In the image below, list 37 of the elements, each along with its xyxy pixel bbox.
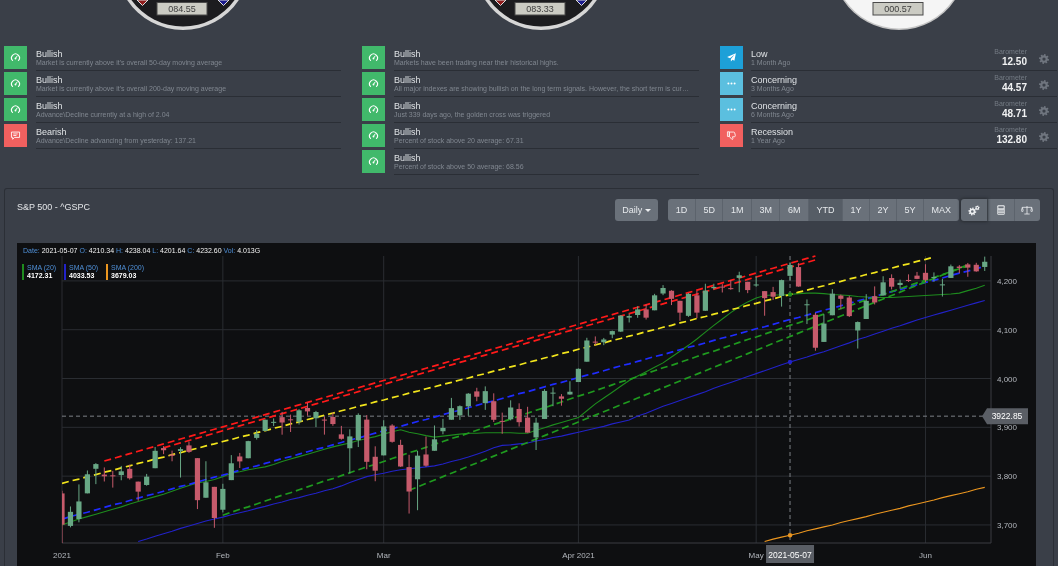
risk-title: Concerning [751,101,799,111]
signal-title: Bullish [36,75,64,85]
axis-tick-label: 4,200 [997,276,1018,286]
barometer-value: 132.80 [996,134,1027,146]
signal-title: Bullish [36,101,64,111]
axis-tick-label: 2021 [53,551,71,560]
gauge-reading: 000.57 [872,2,924,16]
axis-tick-label: 3,800 [997,472,1018,482]
axis-tick-label: May [748,551,764,560]
barometer-value: 44.57 [1001,82,1027,94]
axis-tick-label: Apr 2021 [562,551,595,560]
axis-tick-label: Feb [215,551,230,560]
barometer-value: 48.71 [1001,108,1027,120]
gauge-reading: 084.55 [156,2,208,16]
gauge-reading: 083.33 [514,2,566,16]
axis-tick-label: 4,000 [997,374,1018,384]
chart-title: S&P 500 - ^GSPC [17,201,91,213]
barometer-value: 12.50 [1001,56,1027,68]
crosshair-price-label: 3922.85 [982,408,1028,425]
crosshair-date-label: 2021-05-07 [766,545,815,563]
axis-tick-label: Jun [919,551,932,560]
risk-title: Concerning [751,75,799,85]
signal-title: Bullish [36,49,64,59]
signal-title: Bullish [394,101,422,111]
x-tick-label: 2021-05-07 [768,549,813,560]
ref-line-label: 3922.85 [991,411,1023,422]
risk-title: Recession [751,127,795,137]
signal-title: Bullish [394,127,422,137]
signal-title: Bullish [394,49,422,59]
axis-tick-label: 3,900 [997,423,1018,433]
signal-title: Bearish [36,127,68,137]
axis-tick-label: 3,700 [997,520,1018,530]
risk-title: Low [751,49,769,59]
axis-tick-label: 4,100 [997,325,1018,335]
signal-title: Bullish [394,75,422,85]
axis-tick-label: Mar [376,551,391,560]
signal-title: Bullish [394,153,422,163]
